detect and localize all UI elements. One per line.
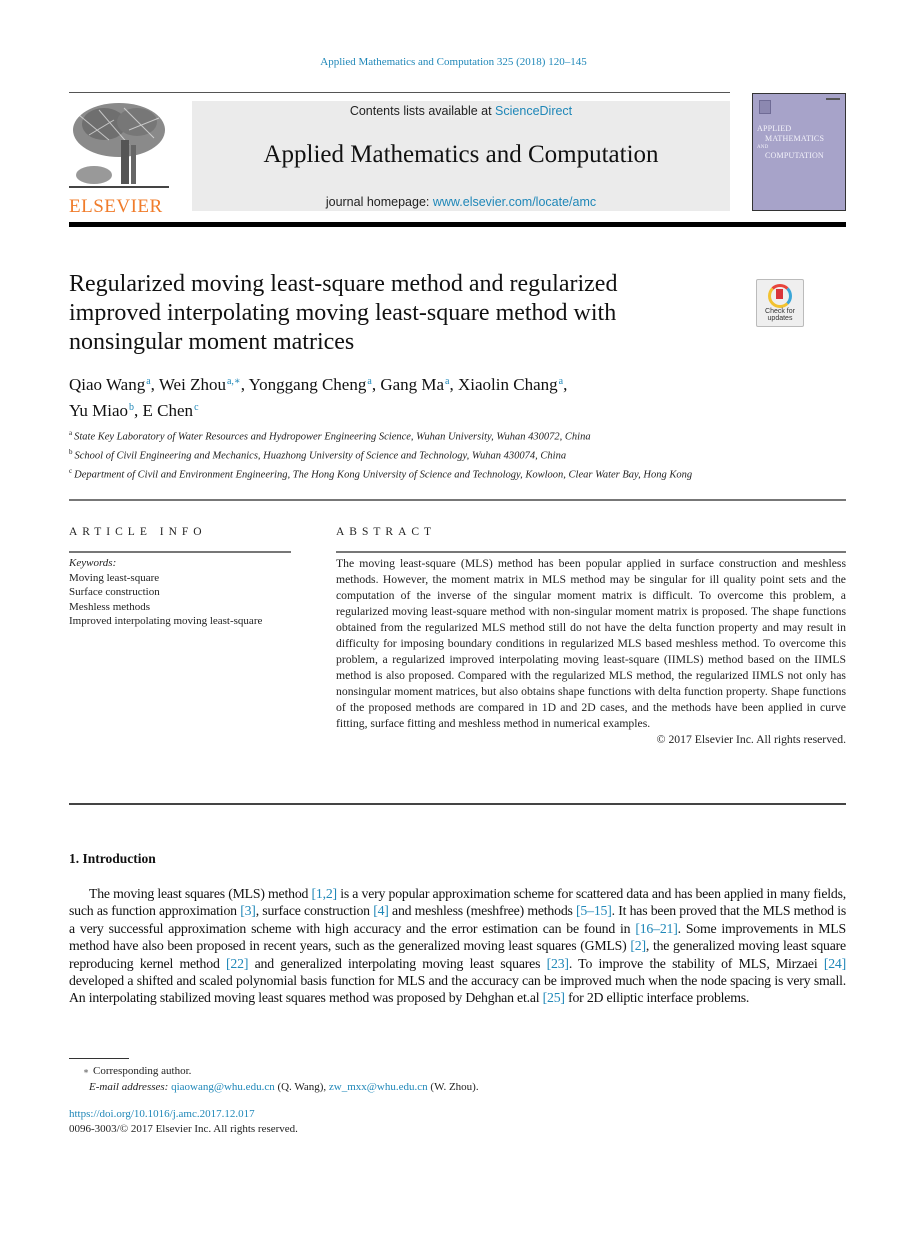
affiliation-text: Department of Civil and Environment Engi… — [74, 469, 693, 481]
contents-prefix: Contents lists available at — [349, 104, 496, 118]
keyword-item: Surface construction — [69, 586, 160, 598]
journal-homepage-link[interactable]: www.elsevier.com/locate/amc — [433, 195, 596, 209]
email-owner: (Q. Wang), — [274, 1081, 329, 1093]
author-name[interactable]: Gang Ma — [380, 375, 444, 394]
keywords-block: Keywords: Moving least-square Surface co… — [69, 556, 309, 629]
homepage-line: journal homepage: www.elsevier.com/locat… — [192, 195, 730, 209]
email-link-wang[interactable]: qiaowang@whu.edu.cn — [171, 1081, 275, 1093]
author-separator: , — [449, 375, 458, 394]
citation-link[interactable]: [23] — [547, 956, 569, 971]
cover-title-line: AND — [757, 145, 769, 150]
footnotes: ∗ Corresponding author. E-mail addresses:… — [69, 1063, 669, 1095]
cover-title: APPLIED MATHEMATICS AND COMPUTATION — [757, 124, 824, 161]
article-title: Regularized moving least-square method a… — [69, 271, 618, 355]
paragraph-text: for 2D elliptic interface problems. — [564, 990, 750, 1006]
section-rule — [69, 499, 846, 501]
keyword-item: Moving least-square — [69, 571, 160, 584]
elsevier-logo[interactable]: ELSEVIER — [69, 100, 169, 217]
affiliation-text: State Key Laboratory of Water Resources … — [74, 431, 591, 443]
check-for-updates-label-line: Check for — [765, 308, 795, 315]
abstract-heading: ABSTRACT — [336, 526, 437, 538]
affiliation-mark: c — [69, 467, 73, 475]
citation-link[interactable]: [2] — [630, 938, 646, 953]
author-separator: , — [563, 375, 568, 394]
cover-issue-mark — [826, 98, 840, 100]
citation-link[interactable]: [24] — [824, 956, 846, 971]
article-info-heading: ARTICLE INFO — [69, 526, 207, 538]
paragraph-text: , surface construction — [255, 903, 374, 919]
doi-link[interactable]: https://doi.org/10.1016/j.amc.2017.12.01… — [69, 1107, 255, 1122]
affiliations: a State Key Laboratory of Water Resources… — [69, 426, 749, 483]
citation-link[interactable]: [4] — [373, 903, 389, 918]
email-label: E-mail addresses: — [89, 1081, 169, 1093]
keywords-label: Keywords: — [69, 557, 117, 569]
keyword-item: Meshless methods — [69, 600, 150, 613]
affiliation-item: c Department of Civil and Environment Eng… — [69, 464, 749, 483]
affiliation-item: a State Key Laboratory of Water Resources… — [69, 426, 749, 445]
cover-title-line: MATHEMATICS — [765, 134, 825, 143]
corresponding-author-note: ∗ Corresponding author. — [69, 1063, 669, 1079]
email-link-zhou[interactable]: zw_mxx@whu.edu.cn — [329, 1081, 428, 1093]
elsevier-tree-icon — [69, 100, 169, 192]
citation-link[interactable]: [3] — [240, 903, 256, 918]
cover-title-line: APPLIED — [757, 124, 792, 133]
author-list: Qiao Wanga, Wei Zhoua,∗, Yonggang Chenga… — [69, 370, 769, 422]
author-separator: , — [134, 401, 143, 420]
abstract-copyright: © 2017 Elsevier Inc. All rights reserved… — [656, 733, 846, 746]
corresponding-author-text: Corresponding author. — [93, 1065, 192, 1077]
citation-link[interactable]: [16–21] — [635, 921, 677, 936]
author-separator: , — [240, 375, 249, 394]
abstract-rule — [336, 551, 846, 553]
email-addresses-note: E-mail addresses: qiaowang@whu.edu.cn (Q… — [69, 1079, 669, 1095]
sciencedirect-link[interactable]: ScienceDirect — [495, 104, 572, 118]
cover-logo-icon — [759, 100, 771, 114]
journal-banner: Contents lists available at ScienceDirec… — [192, 101, 730, 211]
paragraph-text: and meshless (meshfree) methods — [388, 903, 577, 919]
author-name[interactable]: Yonggang Cheng — [249, 375, 367, 394]
affiliation-text: School of Civil Engineering and Mechanic… — [74, 450, 567, 462]
elsevier-wordmark: ELSEVIER — [69, 196, 163, 217]
crossmark-bookmark-icon — [776, 289, 783, 299]
cover-title-line: COMPUTATION — [765, 151, 824, 160]
footnote-rule — [69, 1058, 129, 1059]
article-info-rule — [69, 551, 291, 553]
paragraph-text: The moving least squares (MLS) method — [89, 886, 312, 901]
affiliation-mark: a — [69, 429, 73, 437]
homepage-prefix: journal homepage: — [325, 195, 433, 209]
check-for-updates-label-line: updates — [767, 315, 793, 322]
header-rule — [69, 92, 730, 93]
author-name[interactable]: Qiao Wang — [69, 375, 145, 394]
affiliation-mark: b — [69, 448, 73, 456]
journal-reference-link[interactable]: Applied Mathematics and Computation 325 … — [0, 56, 907, 68]
author-separator: , — [150, 375, 159, 394]
author-name[interactable]: Xiaolin Chang — [458, 375, 558, 394]
introduction-paragraph: The moving least squares (MLS) method [1… — [69, 885, 846, 1007]
contents-line: Contents lists available at ScienceDirec… — [192, 104, 730, 118]
citation-link[interactable]: [1,2] — [312, 886, 338, 901]
author-name[interactable]: Yu Miao — [69, 401, 128, 420]
header-thick-rule — [69, 222, 846, 227]
author-name[interactable]: Wei Zhou — [159, 375, 226, 394]
journal-name: Applied Mathematics and Computation — [263, 141, 659, 168]
journal-cover-thumbnail[interactable]: APPLIED MATHEMATICS AND COMPUTATION — [752, 93, 846, 211]
section-rule — [69, 803, 846, 805]
citation-link[interactable]: [25] — [543, 990, 565, 1005]
paragraph-text: and generalized interpolating moving lea… — [248, 955, 547, 971]
citation-link[interactable]: [5–15] — [576, 903, 612, 918]
email-owner: (W. Zhou). — [427, 1081, 479, 1093]
keyword-item: Improved interpolating moving least-squa… — [69, 615, 263, 627]
check-for-updates-button[interactable]: Check for updates — [756, 279, 804, 327]
issn-copyright: 0096-3003/© 2017 Elsevier Inc. All right… — [69, 1123, 298, 1135]
affiliation-marker[interactable]: c — [194, 402, 198, 413]
footnote-star: ∗ — [82, 1066, 89, 1076]
affiliation-item: b School of Civil Engineering and Mechani… — [69, 445, 749, 464]
author-name[interactable]: E Chen — [143, 401, 194, 420]
citation-link[interactable]: [22] — [226, 956, 248, 971]
abstract-block: The moving least-square (MLS) method has… — [336, 556, 846, 748]
paragraph-text: . To improve the stability of MLS, Mirza… — [568, 955, 824, 971]
introduction-heading: 1. Introduction — [69, 851, 156, 866]
abstract-text: The moving least-square (MLS) method has… — [336, 557, 846, 730]
check-for-updates-label: Check for updates — [757, 308, 803, 322]
affiliation-marker[interactable]: a,∗ — [227, 376, 241, 387]
